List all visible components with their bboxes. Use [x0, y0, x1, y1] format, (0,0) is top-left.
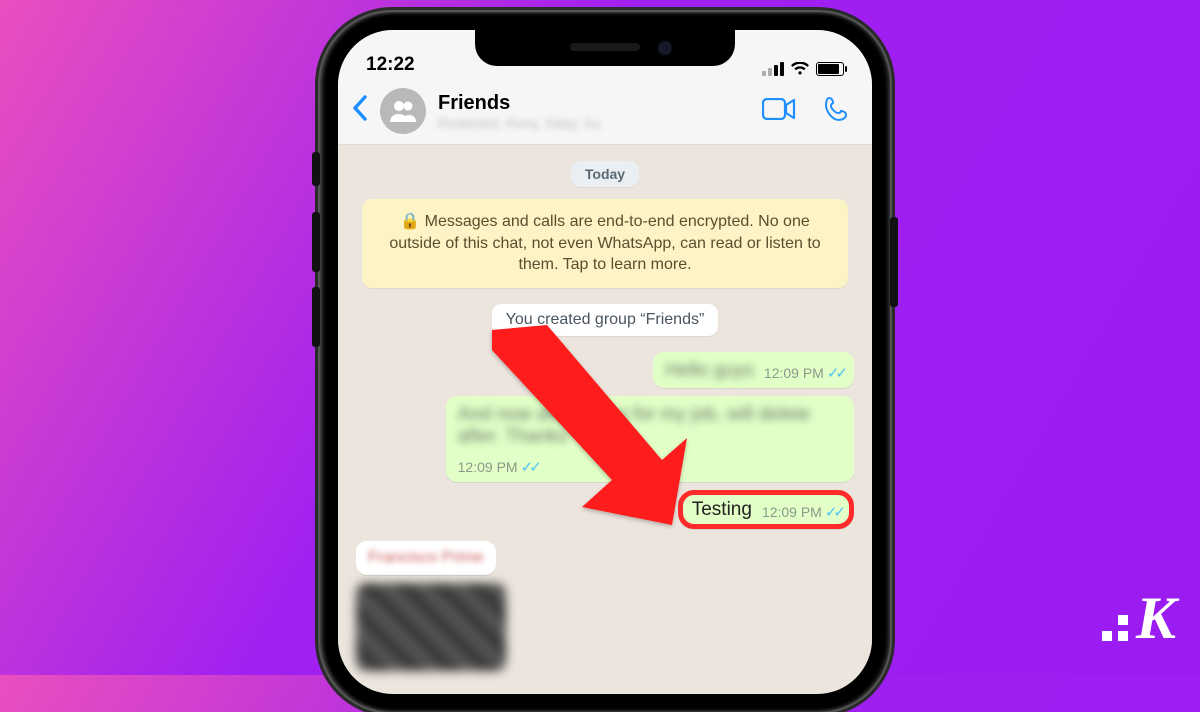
- message-time: 12:09 PM✓✓: [458, 458, 538, 476]
- wifi-icon: [790, 62, 810, 76]
- status-time: 12:22: [366, 54, 415, 76]
- chat-body[interactable]: Today 🔒 Messages and calls are end-to-en…: [338, 145, 872, 691]
- chat-title-block[interactable]: Friends Redacted, Rony, Saby, Su: [438, 92, 742, 131]
- sender-name: Francisco Prime: [368, 549, 484, 567]
- battery-icon: [816, 62, 844, 76]
- read-receipt-icon: ✓✓: [827, 365, 844, 382]
- logo-dots-icon: [1102, 615, 1128, 641]
- power-button: [890, 217, 898, 307]
- encryption-text: Messages and calls are end-to-end encryp…: [389, 213, 820, 273]
- message-text: Testing: [692, 499, 752, 521]
- cellular-signal-icon: [762, 62, 784, 76]
- group-avatar[interactable]: [380, 88, 426, 134]
- encryption-notice[interactable]: 🔒 Messages and calls are end-to-end encr…: [362, 199, 848, 288]
- message-row: Hello guys 12:09 PM✓✓: [356, 352, 854, 388]
- phone-screen: 12:22 Friends Redacted, Rony, Saby, Su: [338, 30, 872, 694]
- message-row: Testing 12:09 PM✓✓: [356, 490, 854, 529]
- read-receipt-icon: ✓✓: [521, 459, 538, 476]
- outgoing-message-highlighted[interactable]: Testing 12:09 PM✓✓: [678, 490, 854, 529]
- message-time: 12:09 PM✓✓: [762, 503, 842, 521]
- read-receipt-icon: ✓✓: [825, 504, 842, 521]
- outgoing-message[interactable]: And now am waiting for my job, will dele…: [446, 396, 854, 482]
- chat-header: Friends Redacted, Rony, Saby, Su: [338, 82, 872, 145]
- message-text: And now am waiting for my job, will dele…: [458, 404, 844, 448]
- phone-icon: [824, 96, 850, 122]
- phone-frame: 12:22 Friends Redacted, Rony, Saby, Su: [320, 12, 890, 712]
- system-message: You created group “Friends”: [492, 304, 719, 336]
- group-icon: [388, 97, 418, 125]
- incoming-image-attachment[interactable]: [356, 583, 506, 671]
- video-call-button[interactable]: [754, 92, 804, 131]
- message-text: Hello guys: [665, 360, 754, 382]
- lock-icon: 🔒: [400, 213, 420, 230]
- chat-title: Friends: [438, 92, 742, 115]
- video-icon: [762, 98, 796, 120]
- brand-logo: K: [1102, 584, 1176, 653]
- message-row: Francisco Prime: [356, 541, 854, 575]
- volume-up-button: [312, 212, 320, 272]
- message-row: And now am waiting for my job, will dele…: [356, 396, 854, 482]
- chat-subtitle: Redacted, Rony, Saby, Su: [438, 115, 742, 131]
- mute-switch: [312, 152, 320, 186]
- volume-down-button: [312, 287, 320, 347]
- outgoing-message[interactable]: Hello guys 12:09 PM✓✓: [653, 352, 854, 388]
- incoming-message[interactable]: Francisco Prime: [356, 541, 496, 575]
- voice-call-button[interactable]: [816, 90, 858, 133]
- logo-letter: K: [1136, 584, 1176, 653]
- day-separator: Today: [571, 161, 639, 187]
- back-button[interactable]: [352, 95, 368, 127]
- message-time: 12:09 PM✓✓: [764, 364, 844, 382]
- phone-notch: [475, 30, 735, 66]
